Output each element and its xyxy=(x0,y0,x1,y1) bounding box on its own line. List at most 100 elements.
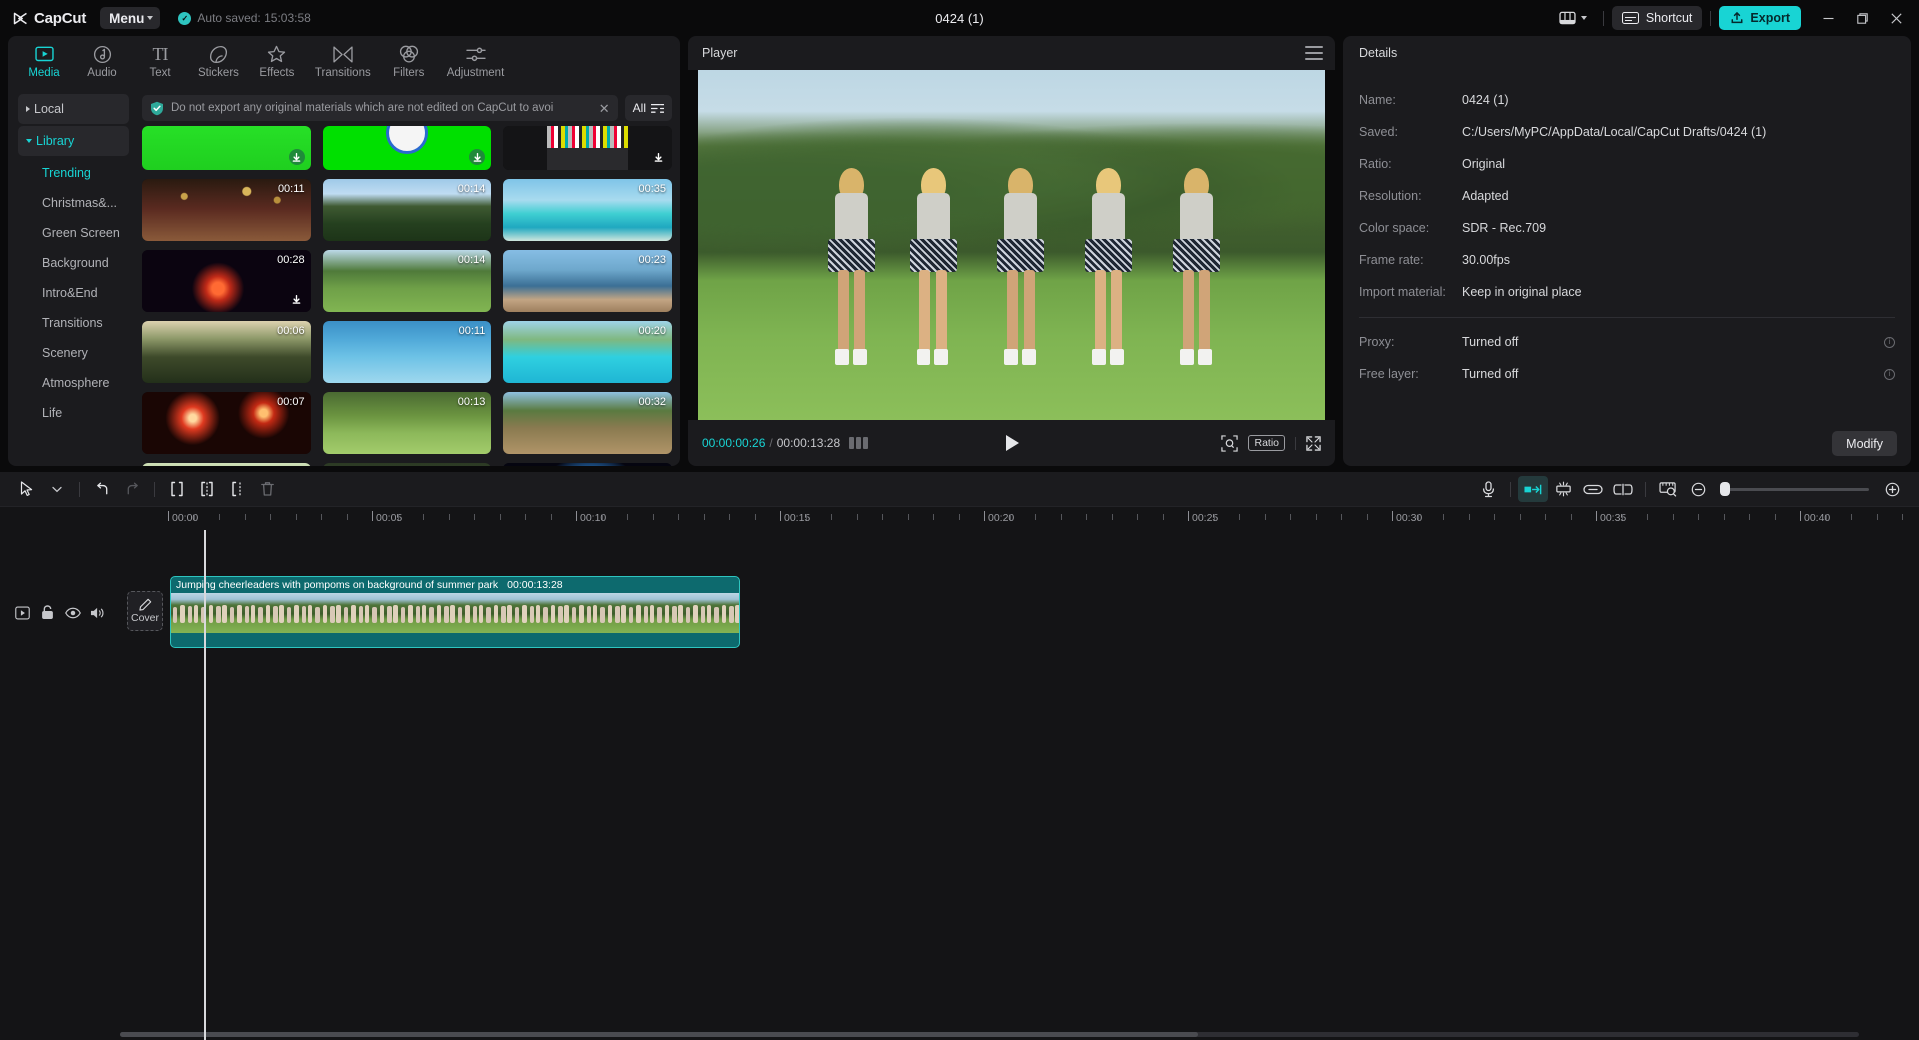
filter-button[interactable]: All xyxy=(624,95,672,121)
tab-stickers[interactable]: Stickers xyxy=(190,41,247,82)
info-icon[interactable]: i xyxy=(1884,368,1895,380)
library-item-duration: 00:11 xyxy=(458,325,486,337)
sidebar-item-local[interactable]: Local xyxy=(18,94,129,124)
tab-media[interactable]: Media xyxy=(16,41,72,82)
close-icon[interactable]: ✕ xyxy=(599,102,610,115)
library-item[interactable]: 00:11 xyxy=(322,321,492,383)
tab-adjustment[interactable]: Adjustment xyxy=(439,41,513,82)
download-icon[interactable] xyxy=(289,291,305,307)
track-mute[interactable] xyxy=(89,604,106,621)
redo-button[interactable] xyxy=(117,476,147,502)
zoom-slider-handle[interactable] xyxy=(1720,482,1730,496)
minimize-button[interactable] xyxy=(1811,1,1845,35)
record-voiceover-button[interactable] xyxy=(1473,476,1503,502)
library-item[interactable]: 00:06 xyxy=(142,321,311,383)
zoom-slider[interactable] xyxy=(1720,482,1869,496)
download-icon[interactable] xyxy=(469,149,486,165)
cover-button[interactable]: Cover xyxy=(127,591,163,631)
frames-icon[interactable] xyxy=(849,437,869,449)
crop-icon[interactable] xyxy=(1221,434,1239,452)
tab-filters[interactable]: Filters xyxy=(381,41,437,82)
unlink-button[interactable] xyxy=(1608,476,1638,502)
select-tool-button[interactable] xyxy=(12,476,42,502)
library-item[interactable]: 00:13 xyxy=(322,392,492,454)
delete-button[interactable] xyxy=(252,476,282,502)
library-item[interactable]: 00:20 xyxy=(503,321,672,383)
export-button[interactable]: Export xyxy=(1719,6,1801,30)
filters-icon xyxy=(399,45,419,64)
autosave-text: Auto saved: 15:03:58 xyxy=(197,11,311,25)
ratio-button[interactable]: Ratio xyxy=(1248,435,1285,451)
detail-value: 0424 (1) xyxy=(1462,93,1509,107)
library-item[interactable]: 00:35 xyxy=(503,179,672,241)
timeline-scrollbar[interactable] xyxy=(120,1032,1859,1037)
library-item-thumbnail: 00:27 xyxy=(322,463,492,466)
sidebar-item-library[interactable]: Library xyxy=(18,126,129,156)
trim-right-button[interactable] xyxy=(222,476,252,502)
layout-button[interactable] xyxy=(1551,7,1595,29)
sidebar-item-christmas[interactable]: Christmas&... xyxy=(18,188,129,218)
library-item[interactable]: 00:32 xyxy=(503,392,672,454)
preview-subject xyxy=(1162,167,1231,365)
sidebar-item-trending[interactable]: Trending xyxy=(18,158,129,188)
library-item[interactable]: 00:14 xyxy=(503,463,672,466)
info-icon[interactable]: i xyxy=(1884,336,1895,348)
sidebar-item-life[interactable]: Life xyxy=(18,398,129,428)
library-item[interactable]: 00:11 xyxy=(142,179,311,241)
clip-label: Jumping cheerleaders with pompoms on bac… xyxy=(171,577,739,593)
play-button[interactable] xyxy=(999,430,1025,456)
library-item[interactable]: 00:27 xyxy=(322,463,492,466)
zoom-out-button[interactable] xyxy=(1683,476,1713,502)
trim-left-button[interactable] xyxy=(192,476,222,502)
library-item[interactable]: 00:14 xyxy=(322,179,492,241)
library-item[interactable] xyxy=(322,126,492,170)
tab-audio[interactable]: Audio xyxy=(74,41,130,82)
library-item[interactable] xyxy=(503,126,672,170)
tab-transitions[interactable]: Transitions xyxy=(307,41,379,82)
filmstrip-frame xyxy=(513,593,542,633)
maximize-button[interactable] xyxy=(1845,1,1879,35)
library-item[interactable]: 00:23 xyxy=(503,250,672,312)
select-tool-dropdown[interactable] xyxy=(42,476,72,502)
sidebar-item-green-screen[interactable]: Green Screen xyxy=(18,218,129,248)
sidebar-item-scenery[interactable]: Scenery xyxy=(18,338,129,368)
divider xyxy=(1645,481,1646,497)
sidebar-item-intro-end[interactable]: Intro&End xyxy=(18,278,129,308)
tab-effects[interactable]: Effects xyxy=(249,41,305,82)
library-item[interactable] xyxy=(142,126,311,170)
timeline-ruler[interactable]: 00:00 00:05 00:10 00:15 00:20 00:25 00:30 00:35… xyxy=(0,506,1919,530)
library-item[interactable]: 00:14 xyxy=(322,250,492,312)
library-item-thumbnail: 00:06 xyxy=(142,321,311,383)
download-icon[interactable] xyxy=(288,149,305,165)
undo-button[interactable] xyxy=(87,476,117,502)
fullscreen-icon[interactable] xyxy=(1306,435,1321,451)
zoom-in-button[interactable] xyxy=(1877,476,1907,502)
auto-fill-button[interactable] xyxy=(1518,476,1548,502)
track-thumbnail-toggle[interactable] xyxy=(14,604,31,621)
sidebar-item-atmosphere[interactable]: Atmosphere xyxy=(18,368,129,398)
hamburger-icon[interactable] xyxy=(1305,46,1323,60)
library-item[interactable]: 00:44 xyxy=(142,463,311,466)
library-item[interactable]: 00:28 xyxy=(142,250,311,312)
track-visibility[interactable] xyxy=(64,604,81,621)
sidebar-item-transitions[interactable]: Transitions xyxy=(18,308,129,338)
link-button[interactable] xyxy=(1578,476,1608,502)
sidebar-item-background[interactable]: Background xyxy=(18,248,129,278)
mirror-button[interactable] xyxy=(1548,476,1578,502)
download-icon[interactable] xyxy=(650,149,666,165)
split-button[interactable] xyxy=(162,476,192,502)
video-clip[interactable]: Jumping cheerleaders with pompoms on bac… xyxy=(170,576,740,648)
detail-value: Adapted xyxy=(1462,189,1509,203)
modify-button[interactable]: Modify xyxy=(1832,431,1897,456)
library-grid-scroll[interactable]: 00:11 00:14 00:35 00:28 00:14 00:23 00:06 00:11… xyxy=(142,124,672,466)
close-button[interactable] xyxy=(1879,1,1913,35)
fit-to-window-button[interactable] xyxy=(1653,476,1683,502)
shortcut-button[interactable]: Shortcut xyxy=(1611,6,1703,30)
playhead[interactable] xyxy=(204,530,206,1040)
menu-button[interactable]: Menu xyxy=(100,7,161,29)
track-lock[interactable] xyxy=(39,604,56,621)
tab-text[interactable]: TI Text xyxy=(132,41,188,82)
timeline-scrollbar-thumb[interactable] xyxy=(120,1032,1199,1037)
filmstrip-frame xyxy=(655,593,684,633)
library-item[interactable]: 00:07 xyxy=(142,392,311,454)
